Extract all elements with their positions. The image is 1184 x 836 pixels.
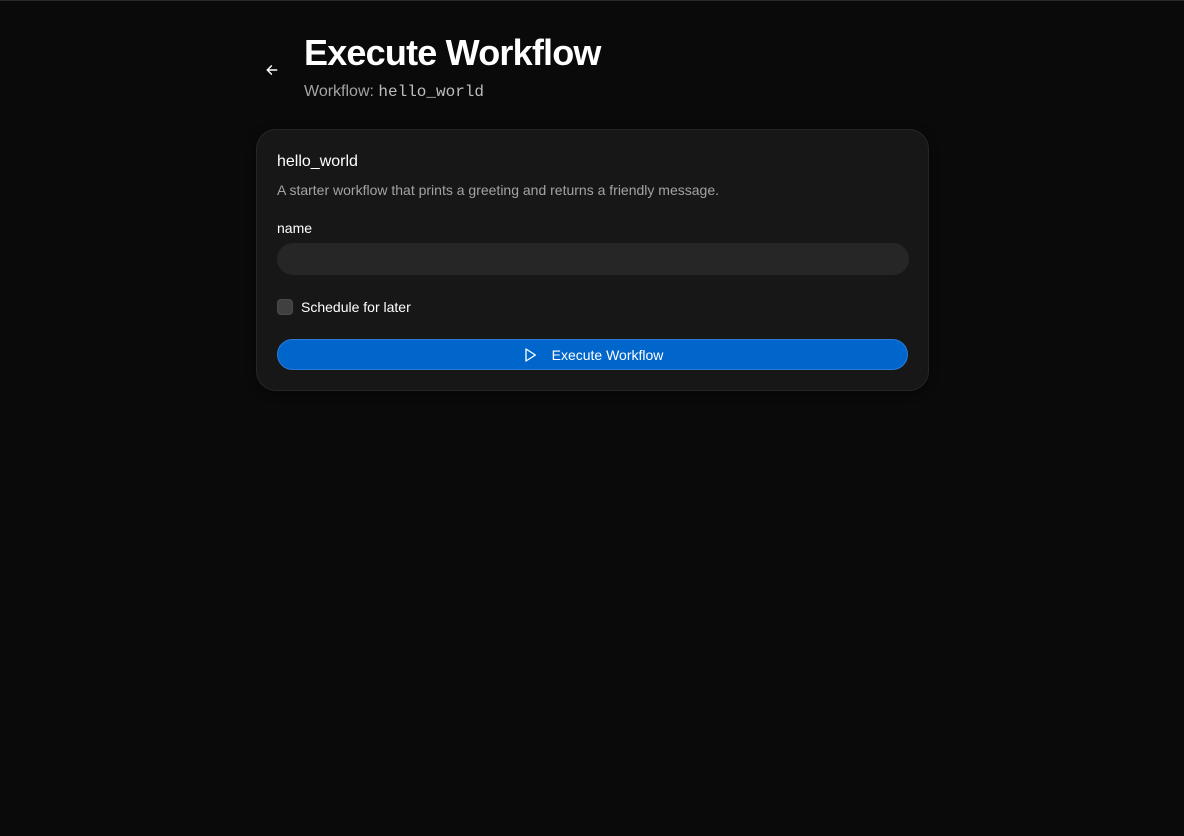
schedule-for-later-toggle[interactable]: Schedule for later [277, 298, 411, 316]
schedule-checkbox[interactable] [277, 299, 293, 315]
workflow-card: hello_world A starter workflow that prin… [256, 129, 929, 391]
name-field-label: name [277, 220, 313, 236]
page-header: Execute Workflow Workflow: hello_world [256, 30, 928, 110]
back-button[interactable] [260, 58, 284, 82]
execute-button-label: Execute Workflow [551, 346, 664, 363]
workflow-description: A starter workflow that prints a greetin… [277, 182, 719, 198]
arrow-left-icon [266, 65, 278, 75]
schedule-label: Schedule for later [301, 299, 411, 315]
name-input[interactable] [277, 243, 909, 275]
workflow-subtitle: Workflow: hello_world [304, 83, 484, 101]
play-icon [524, 347, 536, 362]
top-border [0, 0, 1184, 1]
page-title: Execute Workflow [304, 32, 601, 73]
execute-workflow-button[interactable]: Execute Workflow [277, 339, 908, 370]
subtitle-prefix: Workflow: [304, 83, 374, 100]
workflow-name: hello_world [277, 153, 358, 170]
workflow-id: hello_world [378, 83, 485, 101]
